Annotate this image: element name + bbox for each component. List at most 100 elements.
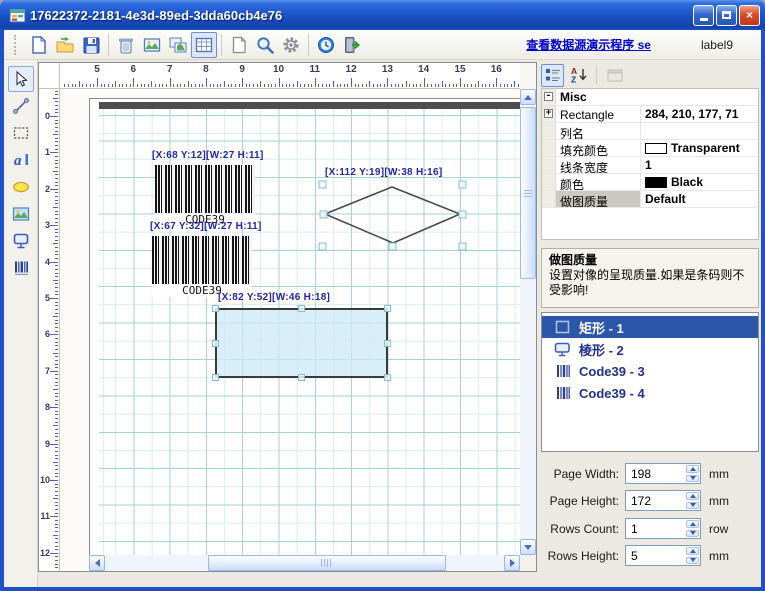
maximize-icon (722, 11, 731, 19)
tool-polygon[interactable] (8, 228, 34, 254)
diamond-object[interactable] (316, 180, 472, 256)
save-button[interactable] (78, 32, 104, 58)
setting-input[interactable]: 5 (625, 545, 701, 566)
rectangle-object[interactable] (215, 308, 388, 378)
minimize-button[interactable] (693, 5, 714, 26)
list-item[interactable]: Code39 - 3 (542, 360, 758, 382)
ruler-tick (344, 84, 345, 87)
setting-value[interactable]: 5 (626, 546, 685, 565)
property-value[interactable] (641, 123, 758, 139)
resize-handle[interactable] (212, 305, 219, 312)
barcode2-object[interactable]: CODE39 (152, 236, 252, 297)
maximize-button[interactable] (716, 5, 737, 26)
resize-handle[interactable] (212, 340, 219, 347)
settings-button[interactable] (278, 32, 304, 58)
property-value[interactable]: 1 (641, 157, 758, 173)
spin-down-button[interactable] (686, 530, 699, 538)
ruler-tick (55, 414, 58, 415)
tool-line[interactable] (8, 93, 34, 119)
categorized-button[interactable] (541, 64, 564, 87)
ruler-tick (50, 553, 58, 554)
page-icon (229, 35, 249, 55)
spinner[interactable] (685, 546, 700, 565)
spin-up-button[interactable] (686, 492, 699, 500)
ruler-tick (362, 84, 363, 87)
canvas-viewport[interactable]: [X:68 Y:12][W:27 H:11] CODE39 [X:67 Y:32… (60, 89, 520, 555)
new-document-button[interactable] (26, 32, 52, 58)
tool-ellipse[interactable] (8, 174, 34, 200)
tool-picture[interactable] (8, 201, 34, 227)
spin-up-button[interactable] (686, 547, 699, 555)
image-button[interactable] (139, 32, 165, 58)
spin-down-button[interactable] (686, 475, 699, 483)
spin-up-button[interactable] (686, 520, 699, 528)
setting-value[interactable]: 172 (626, 491, 685, 510)
property-value[interactable]: Default (641, 191, 758, 207)
setting-unit: row (709, 522, 728, 536)
barcode1-object[interactable]: CODE39 (155, 165, 255, 226)
exit-button[interactable] (339, 32, 365, 58)
vertical-scroll-thumb[interactable] (520, 107, 536, 279)
ruler-tick (50, 225, 58, 226)
spinner[interactable] (685, 464, 700, 483)
about-button[interactable] (313, 32, 339, 58)
spin-up-button[interactable] (686, 465, 699, 473)
setting-input[interactable]: 1 (625, 518, 701, 539)
property-label: 填充颜色 (556, 140, 641, 156)
resize-handle[interactable] (384, 374, 391, 381)
rectangle-shape-icon (555, 320, 570, 334)
list-item[interactable]: 棱形 - 2 (542, 338, 758, 360)
ruler-number: 5 (89, 64, 105, 75)
tool-rectangle[interactable] (8, 120, 34, 146)
resize-handle[interactable] (212, 374, 219, 381)
ruler-tick (315, 78, 316, 87)
ruler-number: 0 (39, 111, 50, 121)
alphabetical-sort-button[interactable]: AZ (567, 64, 590, 87)
scroll-down-button[interactable] (520, 539, 536, 555)
copy-images-button[interactable] (165, 32, 191, 58)
diamond-handles[interactable] (319, 181, 466, 250)
spin-down-button[interactable] (686, 502, 699, 510)
list-item[interactable]: Code39 - 4 (542, 382, 758, 404)
ruler-number: 2 (39, 184, 50, 194)
ruler-tick (55, 203, 58, 204)
ruler-tick (311, 84, 312, 87)
property-value[interactable]: Transparent (641, 140, 758, 156)
resize-handle[interactable] (298, 305, 305, 312)
setting-value[interactable]: 198 (626, 464, 685, 483)
resize-handle[interactable] (384, 305, 391, 312)
horizontal-scroll-thumb[interactable] (208, 555, 446, 571)
scroll-up-button[interactable] (520, 89, 536, 105)
horizontal-scrollbar[interactable] (89, 555, 520, 571)
spin-down-icon (690, 558, 696, 565)
open-button[interactable] (52, 32, 78, 58)
vertical-scrollbar[interactable] (520, 89, 536, 555)
page-button[interactable] (226, 32, 252, 58)
delete-button[interactable] (113, 32, 139, 58)
ruler-tick (55, 276, 58, 277)
resize-handle[interactable] (384, 340, 391, 347)
setting-input[interactable]: 198 (625, 463, 701, 484)
spin-down-button[interactable] (686, 557, 699, 565)
setting-unit: mm (709, 494, 729, 508)
datasource-demo-link[interactable]: 查看数据源演示程序 se (526, 36, 651, 53)
scroll-left-button[interactable] (89, 555, 105, 571)
setting-value[interactable]: 1 (626, 519, 685, 538)
scroll-right-button[interactable] (504, 555, 520, 571)
tool-barcode[interactable] (8, 255, 34, 281)
zoom-button[interactable] (252, 32, 278, 58)
spinner[interactable] (685, 519, 700, 538)
tool-pointer[interactable] (8, 66, 34, 92)
chevron-left-icon (91, 559, 100, 567)
grid-view-button[interactable] (191, 32, 217, 58)
spinner[interactable] (685, 491, 700, 510)
property-value[interactable]: 284, 210, 177, 71 (641, 106, 758, 122)
ruler-tick (72, 84, 73, 87)
list-item[interactable]: 矩形 - 1 (542, 316, 758, 338)
tool-text[interactable]: a (8, 147, 34, 173)
setting-input[interactable]: 172 (625, 490, 701, 511)
ruler-tick (55, 400, 58, 401)
property-value[interactable]: Black (641, 174, 758, 190)
close-button[interactable]: × (739, 5, 760, 26)
resize-handle[interactable] (298, 374, 305, 381)
